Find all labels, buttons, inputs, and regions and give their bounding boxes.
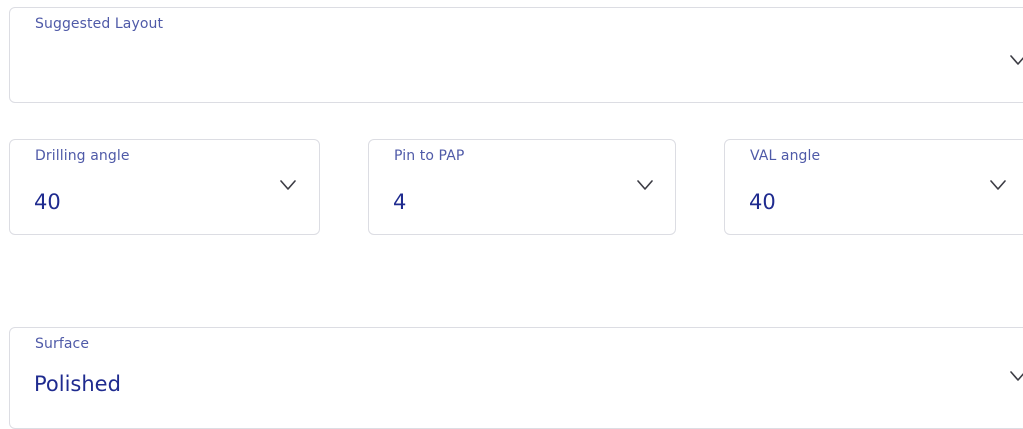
chevron-down-icon[interactable] xyxy=(637,180,653,190)
chevron-down-icon[interactable] xyxy=(280,180,296,190)
drilling-angle-label: Drilling angle xyxy=(35,148,130,164)
pin-to-pap-value: 4 xyxy=(393,190,407,214)
chevron-down-icon[interactable] xyxy=(1010,371,1023,381)
pin-to-pap-label: Pin to PAP xyxy=(394,148,465,164)
suggested-layout-label: Suggested Layout xyxy=(35,16,164,32)
drilling-angle-select[interactable]: Drilling angle 40 xyxy=(9,139,320,235)
val-angle-label: VAL angle xyxy=(750,148,821,164)
chevron-down-icon[interactable] xyxy=(1010,55,1023,65)
val-angle-select[interactable]: VAL angle 40 xyxy=(724,139,1023,235)
val-angle-value: 40 xyxy=(749,190,776,214)
surface-select[interactable]: Surface Polished xyxy=(9,327,1023,429)
surface-label: Surface xyxy=(35,336,90,352)
chevron-down-icon[interactable] xyxy=(990,180,1006,190)
pin-to-pap-select[interactable]: Pin to PAP 4 xyxy=(368,139,676,235)
suggested-layout-select[interactable]: Suggested Layout xyxy=(9,7,1023,103)
drilling-angle-value: 40 xyxy=(34,190,61,214)
surface-value: Polished xyxy=(34,372,121,396)
